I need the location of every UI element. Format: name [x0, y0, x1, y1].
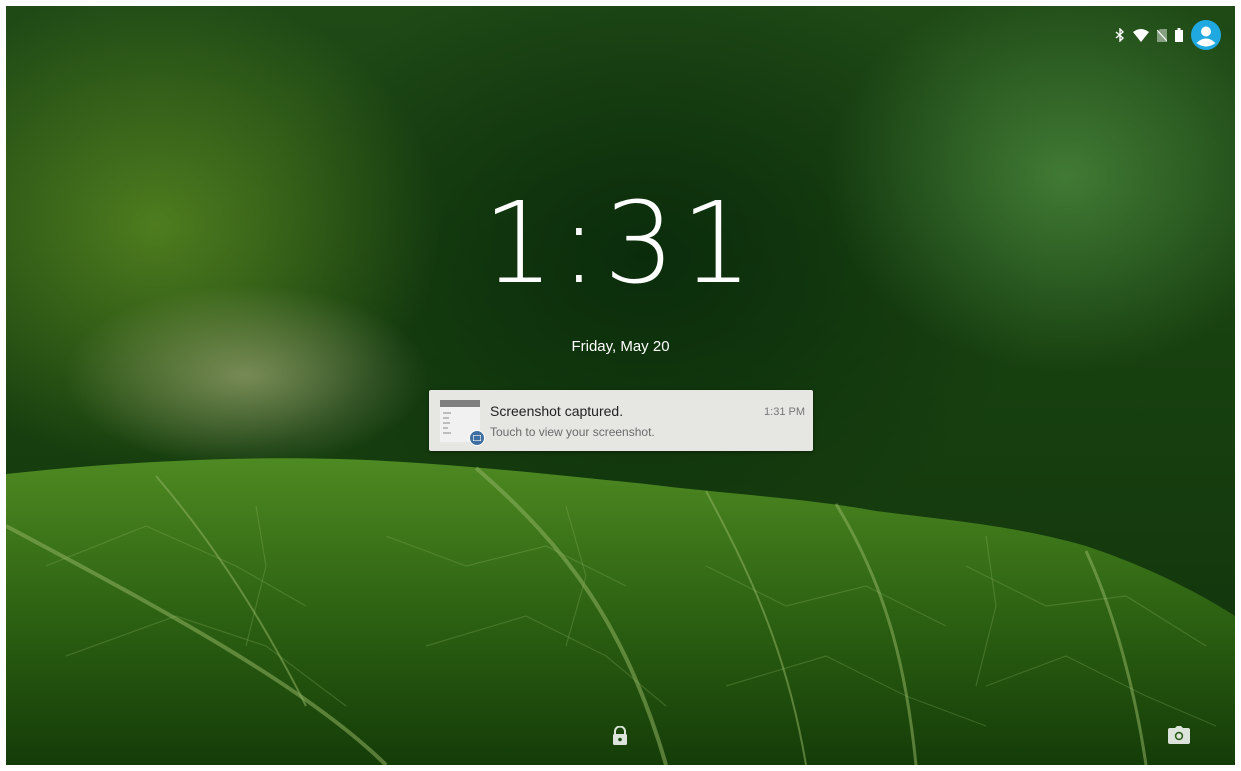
- image-icon: [469, 430, 485, 446]
- bluetooth-icon: [1115, 28, 1125, 42]
- screenshot-notification[interactable]: Screenshot captured. Touch to view your …: [429, 390, 813, 451]
- status-bar: [1115, 20, 1221, 50]
- user-avatar-icon[interactable]: [1191, 20, 1221, 50]
- battery-icon: [1175, 28, 1183, 42]
- lock-screen[interactable]: 1:31 Friday, May 20 Screenshot captured.…: [6, 6, 1235, 765]
- camera-icon[interactable]: [1168, 726, 1190, 749]
- lock-icon: [611, 725, 629, 751]
- no-sim-icon: [1157, 28, 1167, 42]
- notification-time: 1:31 PM: [764, 406, 805, 418]
- leaf-wallpaper: [6, 458, 1235, 765]
- notification-title: Screenshot captured.: [490, 403, 624, 419]
- date-label: Friday, May 20: [571, 338, 670, 355]
- notification-text: Touch to view your screenshot.: [490, 425, 655, 439]
- wifi-icon: [1133, 28, 1149, 42]
- clock: 1:31: [482, 179, 759, 309]
